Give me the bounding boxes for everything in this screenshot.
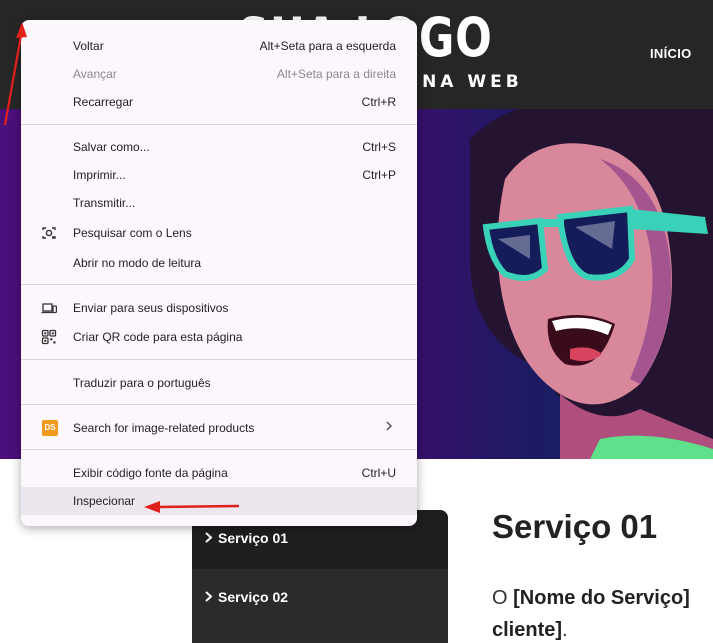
menu-item-label: Imprimir...	[73, 168, 126, 182]
service-label: Serviço 01	[218, 530, 289, 546]
text-line2: cliente]	[492, 619, 563, 641]
text-end: .	[562, 619, 568, 641]
menu-item-label: Inspecionar	[73, 494, 136, 508]
context-menu: Voltar Alt+Seta para a esquerda Avançar …	[21, 20, 417, 526]
menu-item-label: Exibir código fonte da página	[73, 466, 228, 480]
menu-item-shortcut: Ctrl+P	[362, 168, 396, 182]
menu-item-recarregar[interactable]: Recarregar Ctrl+R	[21, 88, 417, 116]
menu-divider	[21, 359, 417, 360]
page-title: Serviço 01	[492, 508, 658, 545]
menu-item-criar-qr[interactable]: Criar QR code para esta página	[21, 323, 417, 351]
text-prefix: O	[492, 587, 508, 609]
services-sidebar: Serviço 01 Serviço 02	[192, 510, 448, 643]
menu-item-label: Transmitir...	[73, 196, 136, 210]
menu-item-shortcut: Ctrl+R	[361, 95, 396, 109]
menu-item-label: Criar QR code para esta página	[73, 330, 243, 344]
menu-item-transmitir[interactable]: Transmitir...	[21, 189, 417, 217]
menu-divider	[21, 284, 417, 285]
menu-item-label: Enviar para seus dispositivos	[73, 301, 229, 315]
menu-item-shortcut: Alt+Seta para a esquerda	[259, 39, 396, 53]
chevron-right-icon	[385, 420, 393, 435]
service-item-02[interactable]: Serviço 02	[192, 569, 448, 628]
menu-item-voltar[interactable]: Voltar Alt+Seta para a esquerda	[21, 32, 417, 60]
chevron-right-icon	[204, 589, 218, 605]
menu-item-shortcut: Alt+Seta para a direita	[276, 67, 396, 81]
menu-divider	[21, 449, 417, 450]
menu-item-avancar[interactable]: Avançar Alt+Seta para a direita	[21, 60, 417, 88]
menu-item-pesquisar-lens[interactable]: Pesquisar com o Lens	[21, 219, 417, 247]
camera-search-icon	[41, 225, 57, 241]
qr-code-icon	[41, 329, 57, 345]
menu-item-label: Pesquisar com o Lens	[73, 226, 192, 240]
menu-item-label: Salvar como...	[73, 140, 150, 154]
menu-item-salvar-como[interactable]: Salvar como... Ctrl+S	[21, 133, 417, 161]
menu-item-shortcut: Ctrl+S	[362, 140, 396, 154]
menu-item-enviar-dispositivos[interactable]: Enviar para seus dispositivos	[21, 294, 417, 322]
menu-item-label: Traduzir para o português	[73, 376, 211, 390]
devices-icon	[41, 300, 58, 316]
content-paragraph: O [Nome do Serviço] cliente].	[492, 582, 713, 643]
menu-item-label: Avançar	[73, 67, 117, 81]
menu-item-traduzir[interactable]: Traduzir para o português	[21, 369, 417, 397]
menu-item-codigo-fonte[interactable]: Exibir código fonte da página Ctrl+U	[21, 459, 417, 487]
menu-item-modo-leitura[interactable]: Abrir no modo de leitura	[21, 249, 417, 277]
menu-item-inspecionar[interactable]: Inspecionar	[21, 487, 417, 515]
menu-item-search-image-products[interactable]: DS Search for image-related products	[21, 414, 417, 442]
ds-extension-icon: DS	[42, 420, 58, 436]
menu-item-shortcut: Ctrl+U	[361, 466, 396, 480]
chevron-right-icon	[204, 530, 218, 546]
menu-item-label: Abrir no modo de leitura	[73, 256, 202, 270]
menu-item-imprimir[interactable]: Imprimir... Ctrl+P	[21, 161, 417, 189]
menu-divider	[21, 404, 417, 405]
service-label: Serviço 02	[218, 589, 289, 605]
menu-item-label: Search for image-related products	[73, 421, 255, 435]
menu-item-label: Voltar	[73, 39, 104, 53]
menu-divider	[21, 124, 417, 125]
menu-item-label: Recarregar	[73, 95, 134, 109]
nav-link-inicio[interactable]: INÍCIO	[650, 46, 692, 61]
text-bold: [Nome do Serviço]	[513, 587, 690, 609]
